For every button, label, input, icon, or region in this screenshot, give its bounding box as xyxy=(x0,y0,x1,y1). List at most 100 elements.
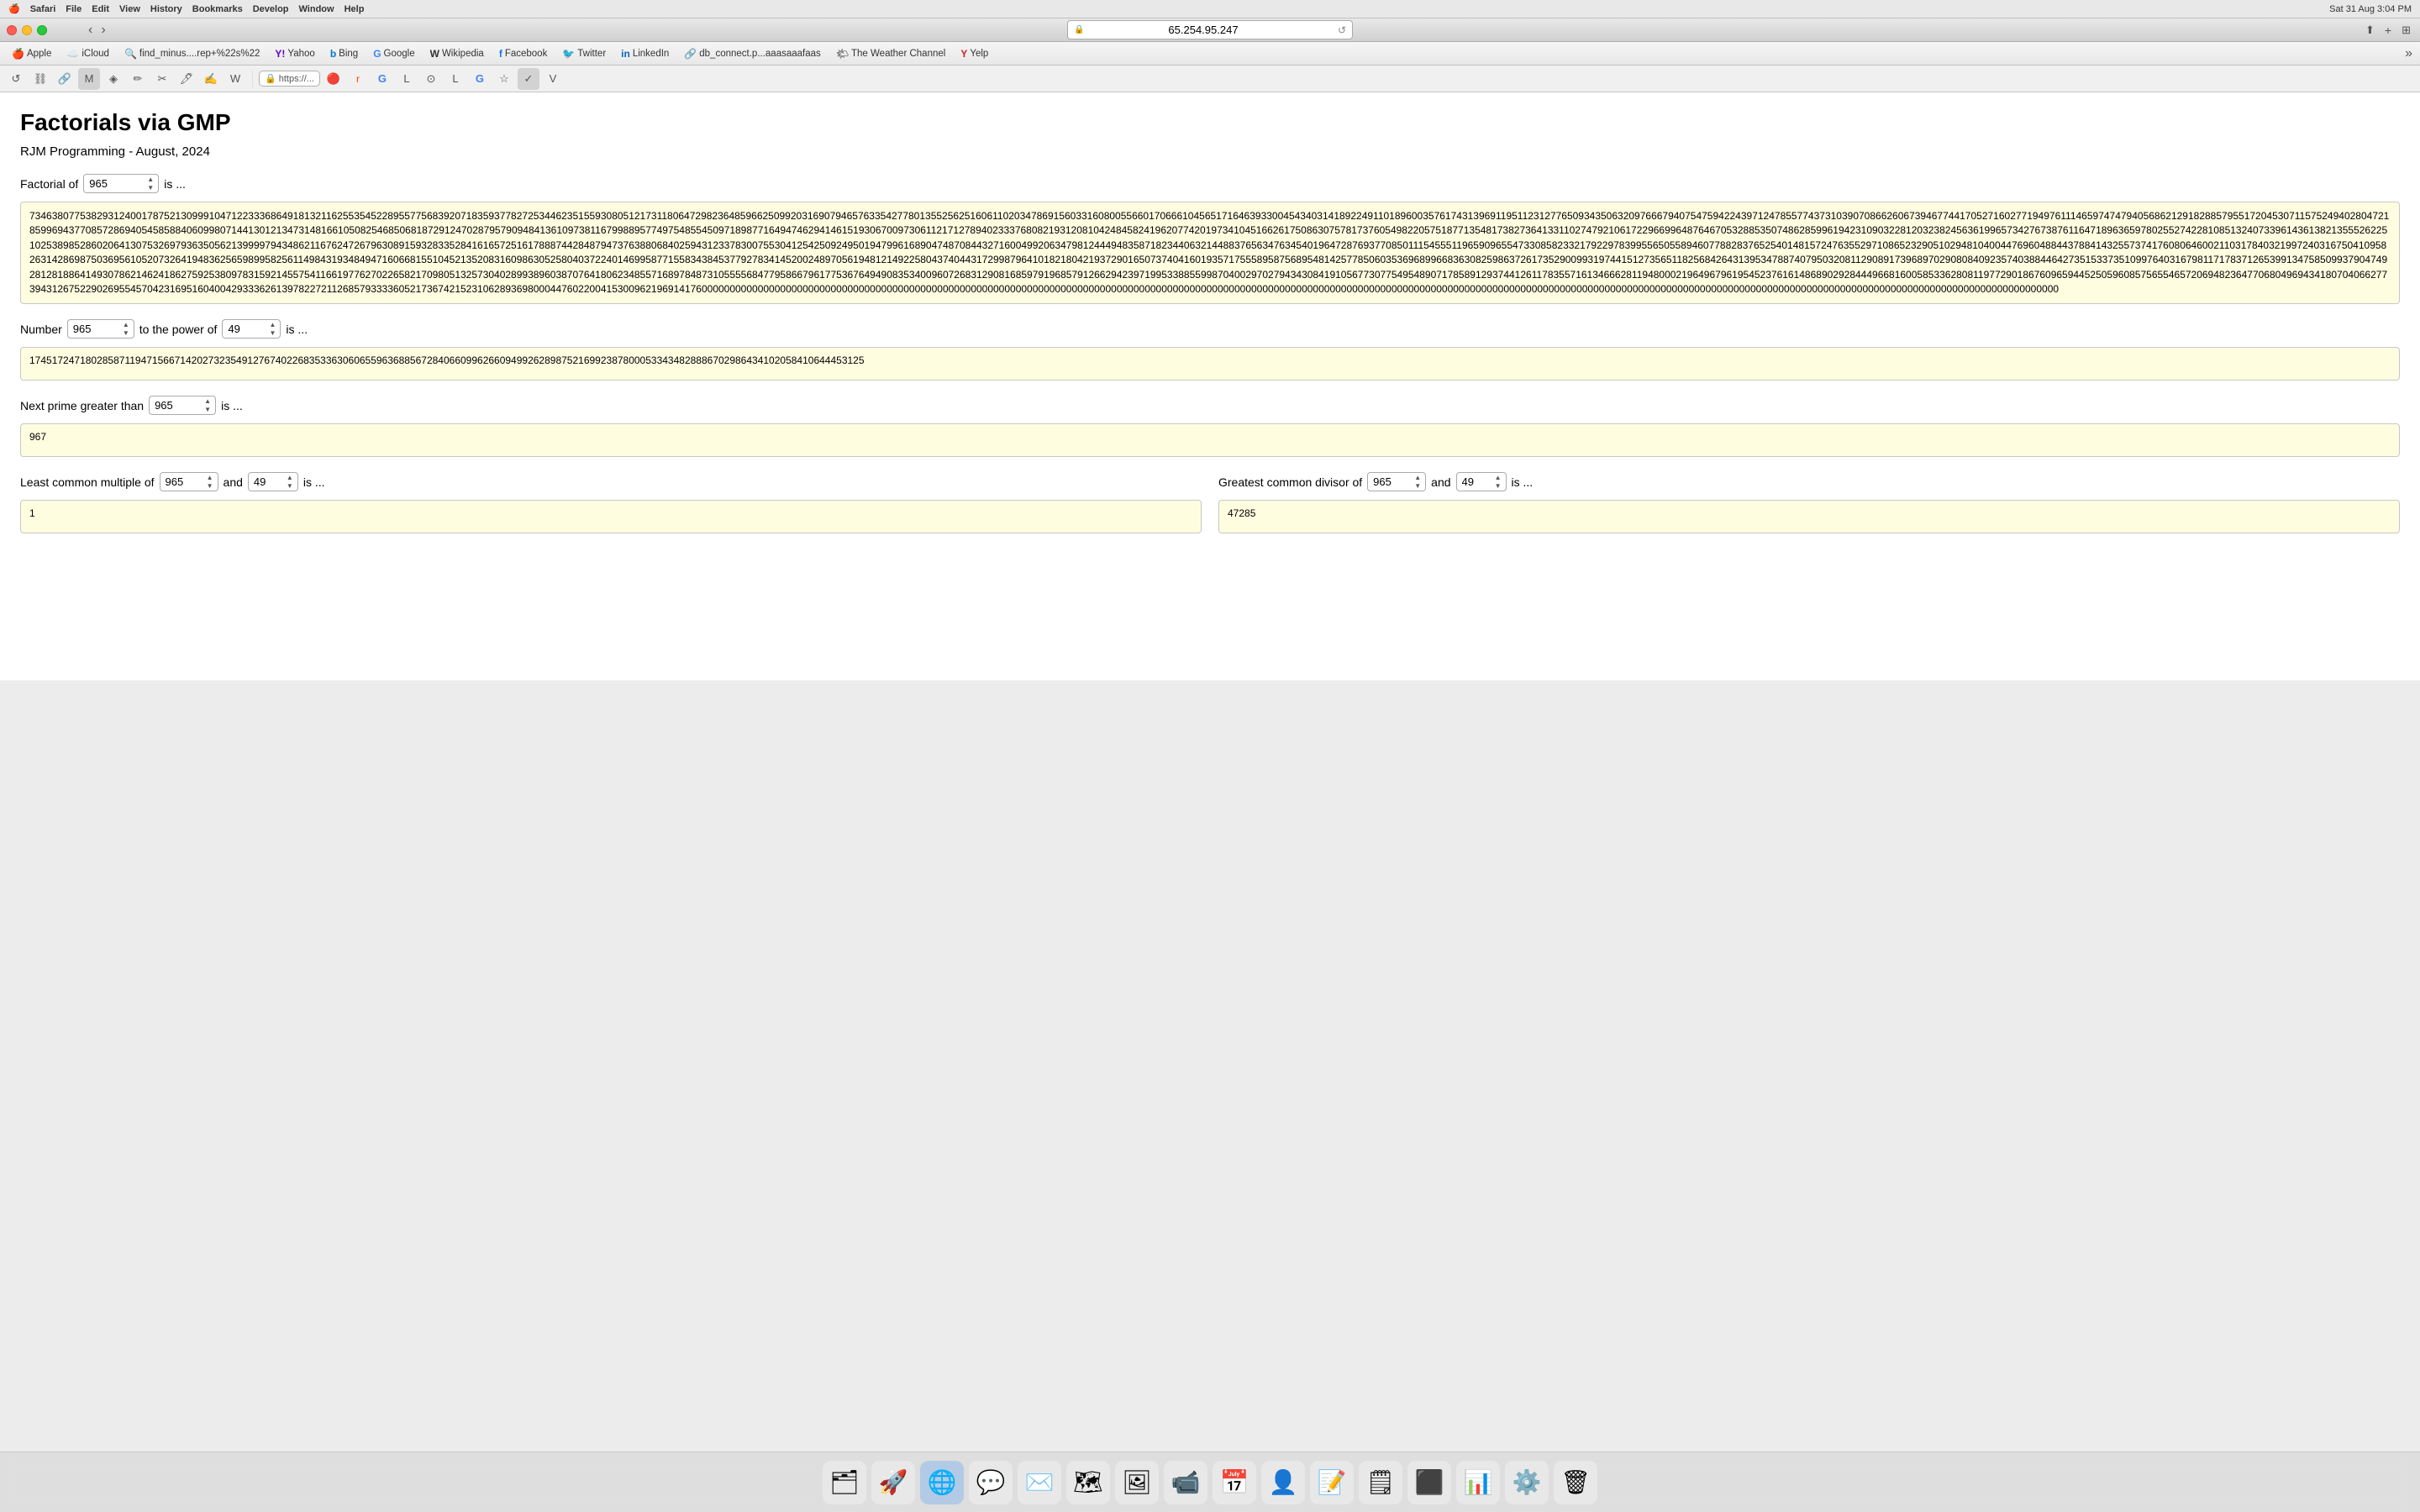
factorial-input-down[interactable]: ▼ xyxy=(144,184,157,192)
toolbar-btn-star[interactable]: ☆ xyxy=(493,68,515,90)
factorial-result: 7346380775382931240017875213099910471223… xyxy=(20,202,2400,304)
bookmark-weather[interactable]: 🌤 The Weather Channel xyxy=(829,46,953,61)
page-title: Factorials via GMP xyxy=(20,109,2400,136)
dock-reminders[interactable]: 📝 xyxy=(1310,1461,1354,1504)
bookmarks-more[interactable]: » xyxy=(2402,46,2415,61)
gcd-col: Greatest common divisor of ▲ ▼ and ▲ xyxy=(1218,472,2400,549)
toolbar-btn-l2[interactable]: L xyxy=(445,68,466,90)
toolbar-btn-5[interactable]: ◈ xyxy=(103,68,124,90)
lcm-input2-down[interactable]: ▼ xyxy=(283,482,297,491)
gcd-input1-up[interactable]: ▲ xyxy=(1411,474,1424,482)
prime-input-up[interactable]: ▲ xyxy=(201,397,214,406)
bookmarks-menu[interactable]: Bookmarks xyxy=(192,4,243,14)
toolbar-btn-check[interactable]: ✓ xyxy=(518,68,539,90)
minimize-button[interactable] xyxy=(22,25,32,35)
dock-activity[interactable]: 📊 xyxy=(1456,1461,1500,1504)
close-button[interactable] xyxy=(7,25,17,35)
gcd-input2-down[interactable]: ▼ xyxy=(1491,482,1505,491)
factorial-input-up[interactable]: ▲ xyxy=(144,176,157,184)
dock-bar: 🗂 🚀 🌐 💬 ✉️ 🗺 🖼 📹 📅 👤 📝 🗒 ⬛ 📊 ⚙️ 🗑 xyxy=(0,1452,2420,1512)
help-menu[interactable]: Help xyxy=(345,4,365,14)
gcd-input1-down[interactable]: ▼ xyxy=(1411,482,1424,491)
bookmark-find[interactable]: 🔍 find_minus....rep+%22s%22 xyxy=(118,46,266,61)
dock-finder[interactable]: 🗂 xyxy=(823,1461,866,1504)
bookmark-bing[interactable]: b Bing xyxy=(324,46,365,61)
dock-settings[interactable]: ⚙️ xyxy=(1505,1461,1549,1504)
bookmark-twitter[interactable]: 🐦 Twitter xyxy=(555,46,613,61)
dock-notes[interactable]: 🗒 xyxy=(1359,1461,1402,1504)
toolbar-btn-6[interactable]: ✏ xyxy=(127,68,149,90)
file-menu[interactable]: File xyxy=(66,4,82,14)
dock-photos[interactable]: 🖼 xyxy=(1115,1461,1159,1504)
prime-input-down[interactable]: ▼ xyxy=(201,406,214,414)
toolbar-btn-v[interactable]: V xyxy=(542,68,564,90)
factorial-is-label: is ... xyxy=(164,177,186,191)
datetime: Sat 31 Aug 3:04 PM xyxy=(2329,4,2412,14)
bookmark-db-label: db_connect.p...aaasaaafaas xyxy=(699,49,821,59)
bookmark-linkedin[interactable]: in LinkedIn xyxy=(614,46,676,61)
history-menu[interactable]: History xyxy=(150,4,182,14)
lcm-input1-up[interactable]: ▲ xyxy=(203,474,217,482)
window-menu[interactable]: Window xyxy=(299,4,334,14)
toolbar-btn-r[interactable]: 🔴 xyxy=(323,68,345,90)
maximize-button[interactable] xyxy=(37,25,47,35)
forward-button[interactable]: › xyxy=(98,23,108,38)
dock-calendar[interactable]: 📅 xyxy=(1213,1461,1256,1504)
lcm-input2-up[interactable]: ▲ xyxy=(283,474,297,482)
toolbar-btn-w[interactable]: W xyxy=(224,68,246,90)
share-button[interactable]: ⬆ xyxy=(2363,24,2377,37)
dock-terminal[interactable]: ⬛ xyxy=(1407,1461,1451,1504)
back-button[interactable]: ‹ xyxy=(86,23,95,38)
twitter-icon: 🐦 xyxy=(562,48,575,60)
toolbar-btn-1[interactable]: ↺ xyxy=(5,68,27,90)
toolbar-btn-l[interactable]: L xyxy=(396,68,418,90)
gcd-input2-up[interactable]: ▲ xyxy=(1491,474,1505,482)
bookmark-google-label: Google xyxy=(384,49,415,59)
toolbar-btn-4[interactable]: M xyxy=(78,68,100,90)
power-of-input-up[interactable]: ▲ xyxy=(266,321,279,329)
develop-menu[interactable]: Develop xyxy=(253,4,289,14)
bookmarks-bar: 🍎 Apple ☁️ iCloud 🔍 find_minus....rep+%2… xyxy=(0,42,2420,66)
power-input-up[interactable]: ▲ xyxy=(119,321,133,329)
new-tab-button[interactable]: + xyxy=(2382,24,2394,37)
apple-menu[interactable]: 🍎 xyxy=(8,3,20,14)
lcm-input1-down[interactable]: ▼ xyxy=(203,482,217,491)
dock-launchpad[interactable]: 🚀 xyxy=(871,1461,915,1504)
toolbar-btn-g3[interactable]: G xyxy=(469,68,491,90)
reload-icon[interactable]: ↺ xyxy=(1338,24,1346,36)
sidebar-button[interactable]: ⊞ xyxy=(2399,24,2413,37)
db-icon: 🔗 xyxy=(684,48,697,60)
bookmark-facebook[interactable]: f Facebook xyxy=(492,46,555,61)
bookmark-yahoo[interactable]: Y! Yahoo xyxy=(268,46,321,61)
bookmark-yelp[interactable]: Y Yelp xyxy=(954,46,995,61)
toolbar-btn-2[interactable]: ⛓ xyxy=(29,68,51,90)
toolbar-btn-reddit[interactable]: r xyxy=(347,68,369,90)
bookmark-google[interactable]: G Google xyxy=(366,46,421,61)
dock-maps[interactable]: 🗺 xyxy=(1066,1461,1110,1504)
view-menu[interactable]: View xyxy=(119,4,140,14)
power-of-input-down[interactable]: ▼ xyxy=(266,329,279,338)
dock-safari[interactable]: 🌐 xyxy=(920,1461,964,1504)
page-subtitle: RJM Programming - August, 2024 xyxy=(20,144,2400,159)
toolbar-btn-target[interactable]: ⊙ xyxy=(420,68,442,90)
dock-trash[interactable]: 🗑 xyxy=(1554,1461,1597,1504)
toolbar-btn-9[interactable]: ✍ xyxy=(200,68,222,90)
url-bar[interactable] xyxy=(1067,20,1353,39)
bookmark-icloud[interactable]: ☁️ iCloud xyxy=(60,46,116,61)
bookmark-wikipedia[interactable]: W Wikipedia xyxy=(424,46,491,61)
url-display[interactable]: 🔒 https://... xyxy=(259,71,320,87)
bookmark-db[interactable]: 🔗 db_connect.p...aaasaaafaas xyxy=(677,46,827,61)
toolbar-btn-g2[interactable]: G xyxy=(371,68,393,90)
edit-menu[interactable]: Edit xyxy=(92,4,109,14)
safari-menu[interactable]: Safari xyxy=(30,4,56,14)
dock-messages[interactable]: 💬 xyxy=(969,1461,1013,1504)
toolbar-btn-7[interactable]: ✂ xyxy=(151,68,173,90)
toolbar-btn-8[interactable]: 🖊 xyxy=(176,68,197,90)
toolbar-btn-3[interactable]: 🔗 xyxy=(54,68,76,90)
bookmark-apple[interactable]: 🍎 Apple xyxy=(5,46,58,61)
dock-mail[interactable]: ✉️ xyxy=(1018,1461,1061,1504)
dock-facetime[interactable]: 📹 xyxy=(1164,1461,1207,1504)
gcd-is-label: is ... xyxy=(1512,475,1534,489)
dock-contacts[interactable]: 👤 xyxy=(1261,1461,1305,1504)
power-input-down[interactable]: ▼ xyxy=(119,329,133,338)
